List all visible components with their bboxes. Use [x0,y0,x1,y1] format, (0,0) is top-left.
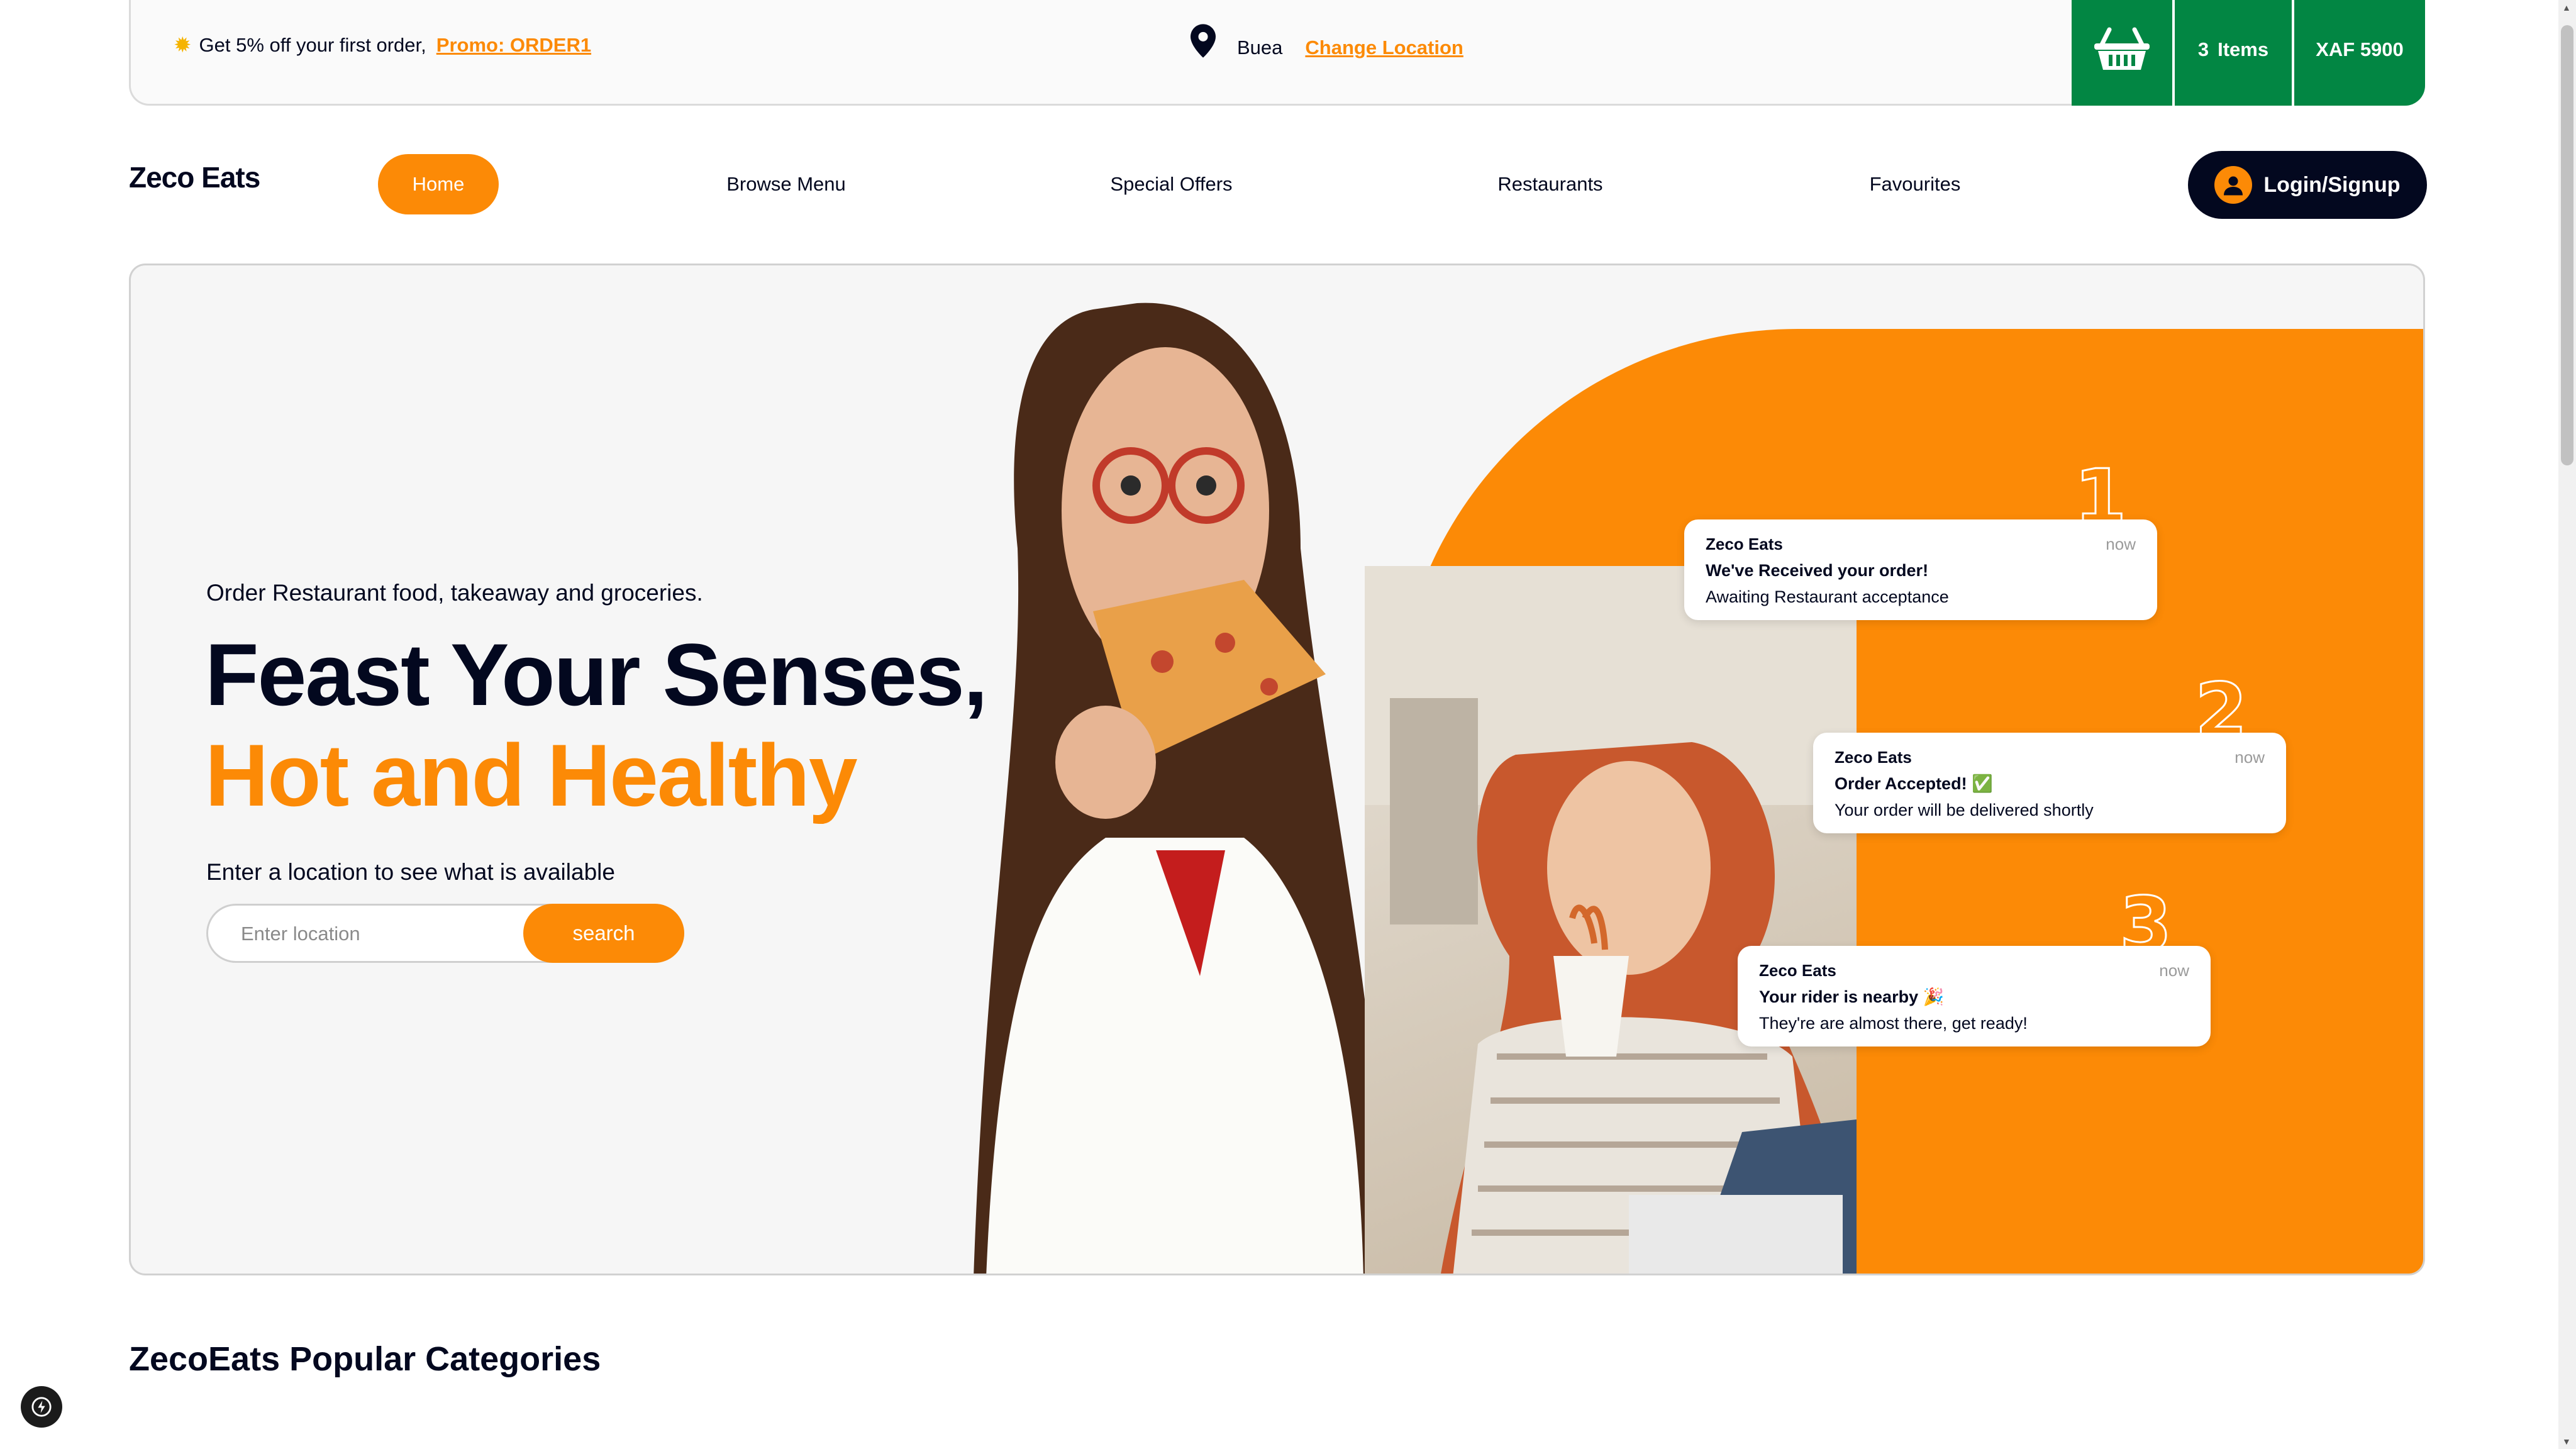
nav-browse-menu[interactable]: Browse Menu [704,154,868,214]
notification-card-2: Zeco Eats now Order Accepted! ✅ Your ord… [1813,733,2286,833]
location-input[interactable] [240,906,506,962]
notification-time: now [2106,535,2136,553]
scrollbar-thumb[interactable] [2561,25,2573,465]
notification-brand: Zeco Eats [1835,748,1912,767]
notification-title: We've Received your order! [1706,561,1929,580]
notification-time: now [2159,961,2189,980]
nav-restaurants[interactable]: Restaurants [1481,154,1619,214]
hero-headline-line2: Hot and Healthy [205,726,858,824]
notification-body: Your order will be delivered shortly [1835,801,2094,819]
location-search-bar: search [206,904,684,963]
change-location-link[interactable]: Change Location [1305,36,1463,59]
notification-card-3: Zeco Eats now Your rider is nearby 🎉 The… [1738,946,2211,1046]
hero-subtitle: Order Restaurant food, takeaway and groc… [206,580,703,606]
scroll-down-arrow-icon[interactable]: ▼ [2562,1436,2572,1446]
current-city: Buea [1237,36,1283,58]
login-label: Login/Signup [2263,172,2401,197]
notification-time: now [2235,748,2265,767]
promo-banner: ✹ Get 5% off your first order, Promo: OR… [174,33,591,58]
notification-body: Awaiting Restaurant acceptance [1706,587,1949,606]
location-widget: Buea Change Location [1191,23,1463,59]
promo-text: Get 5% off your first order, [199,34,426,56]
scroll-up-arrow-icon[interactable]: ▲ [2562,3,2572,13]
hero-image-woman-pasta [1365,566,1857,1274]
page-scrollbar[interactable]: ▲ ▼ [2558,0,2576,1449]
lightning-icon[interactable] [21,1386,62,1428]
categories-section-title: ZecoEats Popular Categories [129,1340,601,1378]
location-prompt: Enter a location to see what is availabl… [206,859,615,885]
hero-image-woman-pizza [974,303,1389,1274]
notification-title: Your rider is nearby 🎉 [1759,987,1945,1006]
nav-home[interactable]: Home [378,154,499,214]
promo-code-link[interactable]: Promo: ORDER1 [436,34,591,57]
cart-items-count[interactable]: 3 Items [2172,0,2292,106]
login-signup-button[interactable]: Login/Signup [2188,151,2427,219]
basket-icon[interactable] [2072,0,2172,106]
star-icon: ✹ [174,33,192,57]
notification-brand: Zeco Eats [1759,961,1836,980]
nav-special-offers[interactable]: Special Offers [1094,154,1248,214]
cart-summary[interactable]: 3 Items XAF 5900 [2072,0,2425,106]
cart-count-label: Items [2218,38,2269,60]
hero-headline-line1: Feast Your Senses, [205,625,988,724]
location-pin-icon [1191,24,1216,58]
notification-body: They're are almost there, get ready! [1759,1014,2028,1033]
user-icon [2214,166,2253,204]
search-button[interactable]: search [523,904,684,963]
cart-total[interactable]: XAF 5900 [2292,0,2425,106]
notification-card-1: Zeco Eats now We've Received your order!… [1684,519,2157,620]
nav-favourites[interactable]: Favourites [1852,154,1978,214]
notification-brand: Zeco Eats [1706,535,1783,553]
hero-banner: Order Restaurant food, takeaway and groc… [129,264,2425,1275]
site-logo[interactable]: Zeco Eats [129,160,260,194]
promo-bar: ✹ Get 5% off your first order, Promo: OR… [129,0,2425,106]
cart-count-value: 3 [2197,38,2209,60]
notification-title: Order Accepted! ✅ [1835,774,1993,793]
